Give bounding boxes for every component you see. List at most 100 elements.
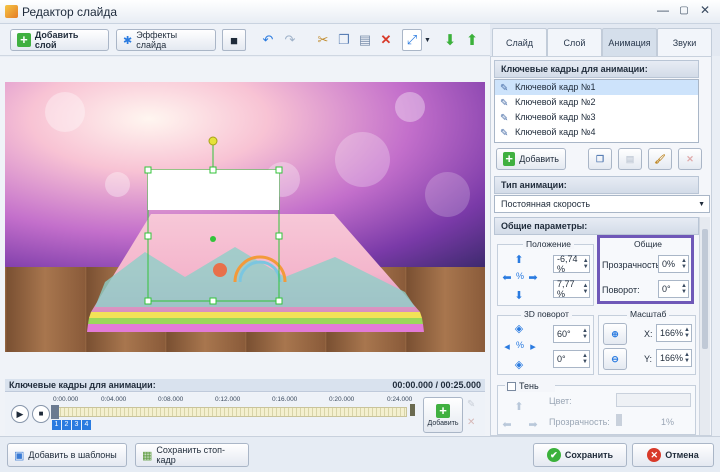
tab-sounds[interactable]: Звуки [657,28,712,56]
rotate-left-arrow[interactable]: ◂ [498,337,516,355]
scrollbar[interactable] [699,217,710,435]
pin-icon: ✎ [500,98,509,109]
rotate-left-icon: ◂ [504,340,510,353]
move-left-arrow[interactable]: ⬅ [498,268,516,286]
keyframe-marker[interactable]: 2 [62,420,71,430]
undo-button[interactable]: ↶ [258,29,278,51]
tab-slide[interactable]: Слайд [492,28,547,56]
rotation-field[interactable]: 0° ▲ ▼ [658,280,689,298]
percent-icon[interactable]: % [516,340,524,350]
playhead[interactable] [51,405,59,419]
play-button[interactable]: ▶ [11,405,29,423]
shadow-opacity-slider[interactable] [616,414,622,426]
play-icon: ▶ [16,409,24,419]
list-item[interactable]: ✎ Ключевой кадр №4 [495,125,698,140]
spinner-icon[interactable]: ▲ ▼ [581,353,589,365]
keyframe-marker[interactable]: 3 [72,420,81,430]
spinner-icon[interactable]: ▲ ▼ [582,258,589,270]
rotate-right-arrow[interactable]: ▸ [524,337,542,355]
delete-icon[interactable]: ✕ [467,417,475,428]
tick-label: 0:00.000 [53,396,79,403]
list-item-label: Ключевой кадр №3 [515,112,596,122]
shadow-label: Тень [519,381,539,391]
scale-x-field[interactable]: 166% ▲ ▼ [656,324,692,342]
close-button[interactable]: ✕ [696,3,714,19]
shadow-checkbox[interactable] [507,381,516,391]
rotation3d-b-field[interactable]: 0° ▲ ▼ [553,350,590,368]
rotation3d-a-field[interactable]: 60° ▲ ▼ [553,325,590,343]
animation-type-select[interactable]: Постоянная скорость ▼ [494,195,710,213]
position-x-field[interactable]: -6,74 % ▲ ▼ [553,254,590,274]
brush-button[interactable]: 🖌 [648,148,672,170]
opacity-value: 0% [662,259,676,269]
scrollbar-thumb[interactable] [702,229,708,349]
rotate-down-arrow[interactable]: ◈ [510,355,528,373]
move-down-arrow[interactable]: ⬇ [510,286,528,304]
spinner-icon[interactable]: ▲ ▼ [582,283,589,295]
add-layer-button[interactable]: + Добавить слой [10,29,109,51]
timeline-add-label: Добавить [427,419,459,427]
redo-button[interactable]: ↷ [280,29,300,51]
shadow-color-picker[interactable] [616,393,691,407]
add-to-templates-button[interactable]: ▣ Добавить в шаблоны [7,443,127,467]
redo-icon: ↷ [284,32,296,47]
copy-button[interactable]: ❐ [334,29,354,51]
delete-keyframe-button[interactable]: ✕ [678,148,702,170]
list-item[interactable]: ✎ Ключевой кадр №2 [495,95,698,110]
maximize-button[interactable]: ▢ [675,3,693,19]
shadow-up-arrow[interactable]: ⬆ [510,397,528,415]
keyframe-marker[interactable]: 1 [52,420,61,430]
spinner-icon[interactable]: ▲ ▼ [680,258,688,270]
tab-animation[interactable]: Анимация [602,28,657,56]
cut-button[interactable]: ✂ [313,29,333,51]
move-right-arrow[interactable]: ➡ [524,268,542,286]
paste-button[interactable]: ▤ [355,29,375,51]
move-up-arrow[interactable]: ⬆ [510,250,528,268]
scissors-icon: ✂ [317,32,329,47]
save-button[interactable]: ✔ Сохранить [533,443,627,467]
timeline-add-button[interactable]: + Добавить [423,397,463,433]
percent-icon[interactable]: % [516,271,524,281]
list-item[interactable]: ✎ Ключевой кадр №1 [495,80,698,95]
spinner-icon[interactable]: ▲ ▼ [683,327,691,339]
chevron-down-icon[interactable]: ▼ [424,37,431,44]
scale-y-field[interactable]: 166% ▲ ▼ [656,349,692,367]
list-item[interactable]: ✎ Ключевой кадр №3 [495,110,698,125]
delete-icon: ✕ [380,32,392,47]
rotate-up-arrow[interactable]: ◈ [510,319,528,337]
paste-icon: ▤ [358,32,372,47]
stop-button[interactable]: ■ [32,405,50,423]
minimize-button[interactable]: — [654,3,672,19]
shadow-toggle[interactable]: Тень [505,380,555,392]
zoom-out-button[interactable]: ⊖ [603,348,627,370]
fit-button[interactable]: ⤢ [402,29,422,51]
opacity-field[interactable]: 0% ▲ ▼ [658,255,689,273]
move-up-button[interactable]: ⬆ [462,29,482,51]
tick-label: 0:04.000 [101,396,127,403]
copy-keyframe-button[interactable]: ❐ [588,148,612,170]
spinner-icon[interactable]: ▲ ▼ [581,328,589,340]
layer-image[interactable] [5,82,485,352]
paste-keyframe-button[interactable]: ▤ [618,148,642,170]
keyframe-marker[interactable]: 4 [82,420,91,430]
slide-effects-button[interactable]: ✱ Эффекты слайда [116,29,216,51]
shadow-right-arrow[interactable]: ➡ [524,415,542,433]
move-down-button[interactable]: ⬇ [440,29,460,51]
position-y-field[interactable]: 7,77 % ▲ ▼ [553,279,590,299]
add-keyframe-button[interactable]: + Добавить [496,148,566,170]
delete-button[interactable]: ✕ [376,29,396,51]
zoom-out-icon: ⊖ [611,353,619,364]
edit-icon[interactable]: ✎ [467,399,475,410]
spinner-icon[interactable]: ▲ ▼ [683,352,691,364]
camera-button[interactable]: ■ [222,29,246,51]
tab-layer[interactable]: Слой [547,28,602,56]
slide-canvas[interactable] [5,82,485,352]
plus-icon: + [17,33,31,47]
cancel-button[interactable]: ✕ Отмена [632,443,714,467]
tick-label: 0:16.000 [272,396,298,403]
shadow-left-arrow[interactable]: ⬅ [498,415,516,433]
spinner-icon[interactable]: ▲ ▼ [680,283,688,295]
save-frame-button[interactable]: ▦ Сохранить стоп-кадр [135,443,249,467]
zoom-in-button[interactable]: ⊕ [603,323,627,345]
timeline-track[interactable] [55,407,407,417]
